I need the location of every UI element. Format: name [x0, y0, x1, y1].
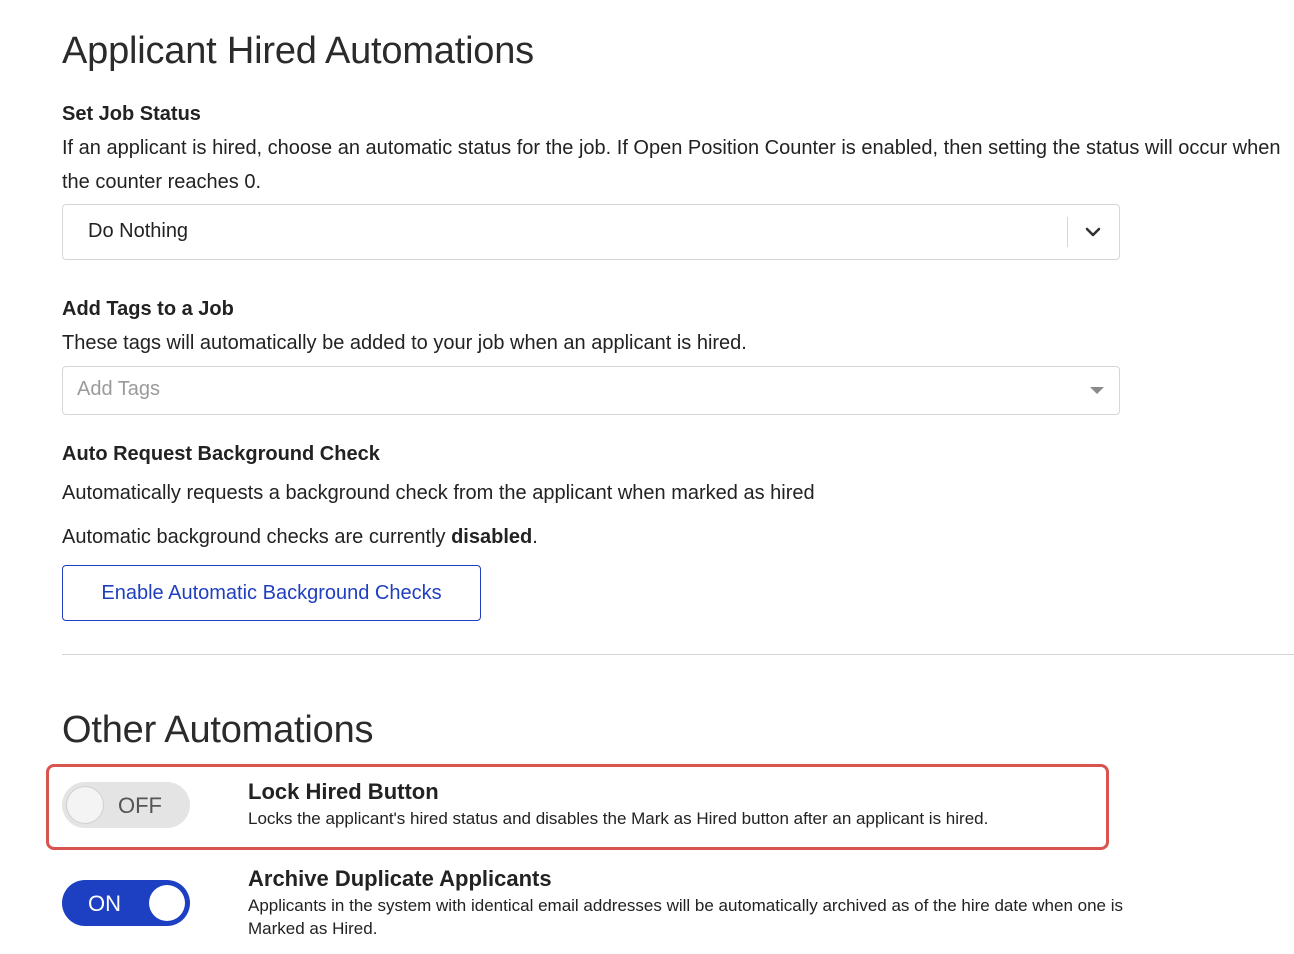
- lock-hired-toggle[interactable]: OFF: [62, 782, 190, 828]
- toggle-knob: [149, 885, 185, 921]
- select-separator: [1067, 217, 1068, 247]
- chevron-down-icon[interactable]: [1083, 222, 1103, 247]
- enable-background-checks-button[interactable]: Enable Automatic Background Checks: [62, 565, 481, 621]
- archive-duplicates-description: Applicants in the system with identical …: [248, 896, 1124, 938]
- section-divider: [62, 654, 1294, 655]
- lock-hired-description: Locks the applicant's hired status and d…: [248, 809, 989, 828]
- job-status-select[interactable]: Do Nothing: [62, 204, 1120, 260]
- status-prefix: Automatic background checks are currentl…: [62, 526, 452, 548]
- toggle-state-label: ON: [88, 891, 121, 916]
- toggle-state-label: OFF: [118, 793, 162, 818]
- page-title: Applicant Hired Automations: [62, 30, 534, 72]
- caret-down-icon[interactable]: [1090, 387, 1104, 394]
- toggle-knob: [67, 787, 103, 823]
- job-status-description: If an applicant is hired, choose an auto…: [62, 137, 1281, 193]
- job-status-selected-value: Do Nothing: [88, 220, 189, 242]
- archive-duplicates-title: Archive Duplicate Applicants: [248, 866, 552, 891]
- tags-input[interactable]: Add Tags: [62, 366, 1120, 415]
- background-check-description: Automatically requests a background chec…: [62, 482, 815, 504]
- tags-label: Add Tags to a Job: [62, 298, 234, 320]
- background-check-status: Automatic background checks are currentl…: [62, 520, 538, 554]
- lock-hired-title: Lock Hired Button: [248, 779, 439, 804]
- status-suffix: .: [532, 526, 538, 548]
- background-check-label: Auto Request Background Check: [62, 443, 380, 465]
- status-value: disabled: [451, 526, 533, 548]
- job-status-label: Set Job Status: [62, 103, 201, 125]
- archive-duplicates-toggle[interactable]: ON: [62, 880, 190, 926]
- tags-description: These tags will automatically be added t…: [62, 332, 747, 354]
- other-automations-title: Other Automations: [62, 709, 374, 751]
- tags-placeholder: Add Tags: [77, 378, 161, 400]
